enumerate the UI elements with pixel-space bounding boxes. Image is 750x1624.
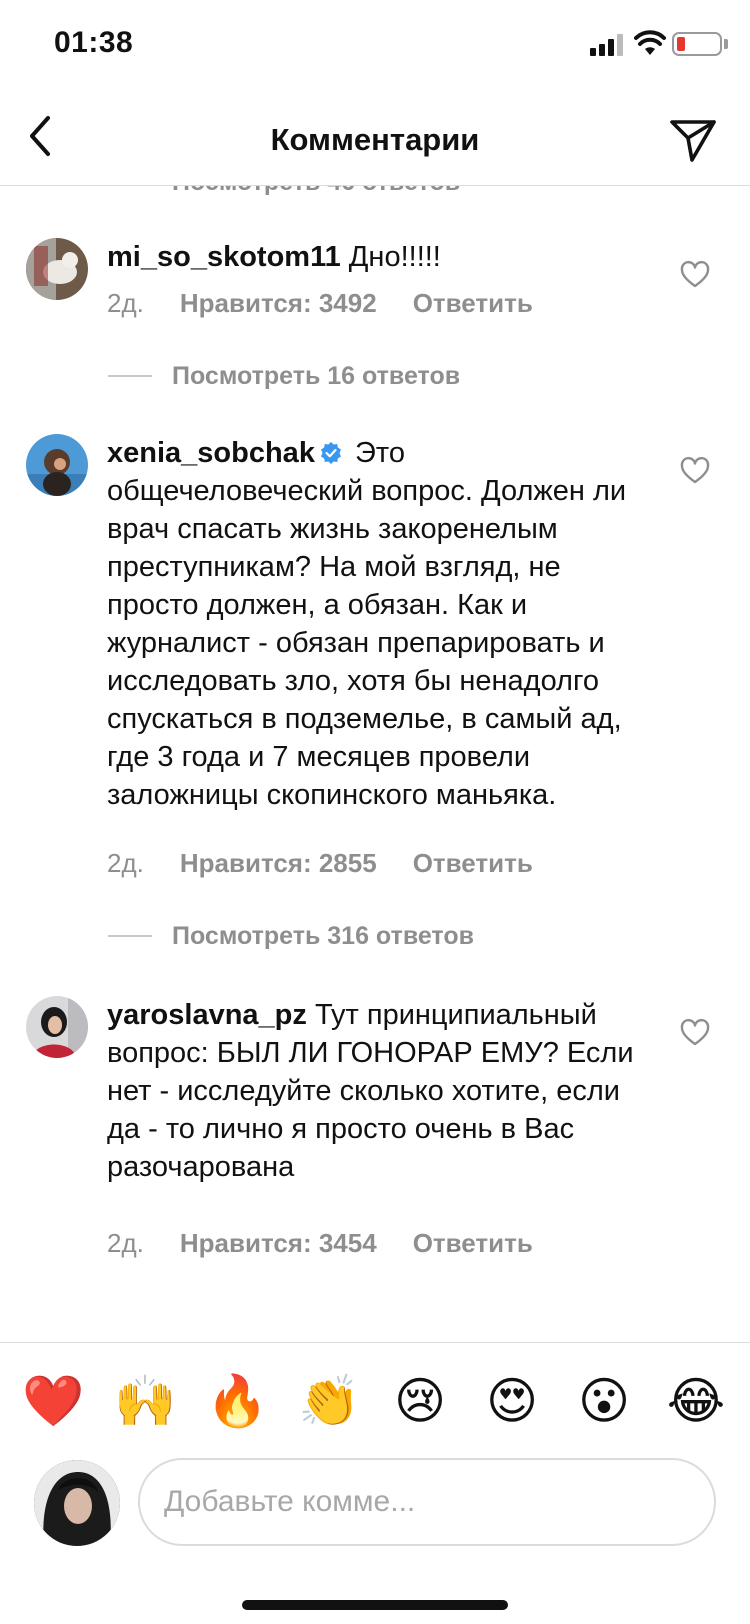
comment-composer bbox=[0, 1452, 750, 1572]
avatar[interactable] bbox=[26, 996, 88, 1058]
comment-input[interactable] bbox=[138, 1458, 716, 1546]
nav-header: Комментарии bbox=[0, 92, 750, 186]
view-replies-label: Посмотреть 46 ответов bbox=[172, 186, 460, 197]
page-title: Комментарии bbox=[270, 122, 480, 157]
emoji-clap-button[interactable]: 👏 bbox=[298, 1371, 360, 1431]
status-bar: 01:38 bbox=[0, 0, 750, 92]
view-replies-label: Посмотреть 16 ответов bbox=[172, 361, 461, 390]
verified-badge-icon bbox=[320, 442, 341, 464]
emoji-fire-button[interactable]: 🔥 bbox=[206, 1371, 268, 1431]
comment-likes[interactable]: Нравится: 3454 bbox=[180, 1228, 377, 1259]
comment-text: Это общечеловеческий вопрос. Должен ли в… bbox=[107, 437, 627, 811]
like-heart-icon[interactable] bbox=[680, 260, 710, 290]
my-avatar[interactable] bbox=[34, 1460, 120, 1546]
cellular-signal-icon bbox=[590, 34, 624, 56]
reply-button[interactable]: Ответить bbox=[413, 288, 533, 319]
comment-username[interactable]: mi_so_skotom11 bbox=[107, 241, 341, 273]
like-heart-icon[interactable] bbox=[680, 456, 710, 486]
send-direct-icon[interactable] bbox=[666, 112, 720, 166]
view-replies-button[interactable]: Посмотреть 46 ответов bbox=[108, 186, 460, 202]
emoji-surprised-button[interactable]: 😮 bbox=[574, 1371, 634, 1431]
reply-button[interactable]: Ответить bbox=[413, 1228, 533, 1259]
status-time: 01:38 bbox=[54, 26, 134, 59]
like-heart-icon[interactable] bbox=[680, 1018, 710, 1048]
emoji-raised-hands-button[interactable]: 🙌 bbox=[114, 1371, 176, 1431]
avatar[interactable] bbox=[26, 238, 88, 300]
emoji-quick-bar: ❤️ 🙌 🔥 👏 😢 😍 😮 😂 bbox=[0, 1342, 750, 1452]
battery-cap bbox=[724, 39, 728, 49]
comment-username[interactable]: yaroslavna_pz bbox=[107, 999, 307, 1031]
replies-line bbox=[108, 375, 152, 377]
comment-time: 2д. bbox=[107, 1228, 144, 1258]
comment-username[interactable]: xenia_sobchak bbox=[107, 437, 315, 469]
view-replies-button[interactable]: Посмотреть 316 ответов bbox=[108, 916, 474, 956]
comment-time: 2д. bbox=[107, 288, 144, 318]
comments-feed: Посмотреть 46 ответов mi_so_skotom11 Дно… bbox=[0, 186, 750, 1342]
battery-icon bbox=[672, 32, 722, 56]
avatar[interactable] bbox=[26, 434, 88, 496]
comment-time: 2д. bbox=[107, 848, 144, 878]
comment-text: Дно!!!!! bbox=[348, 241, 441, 273]
emoji-heart-eyes-button[interactable]: 😍 bbox=[482, 1371, 542, 1431]
home-indicator[interactable] bbox=[242, 1600, 508, 1610]
emoji-cry-button[interactable]: 😢 bbox=[390, 1371, 450, 1431]
reply-button[interactable]: Ответить bbox=[413, 848, 533, 879]
emoji-laughing-button[interactable]: 😂 bbox=[666, 1371, 726, 1431]
comment-likes[interactable]: Нравится: 3492 bbox=[180, 288, 377, 319]
emoji-heart-button[interactable]: ❤️ bbox=[22, 1371, 84, 1431]
view-replies-label: Посмотреть 316 ответов bbox=[172, 921, 474, 950]
comment-likes[interactable]: Нравится: 2855 bbox=[180, 848, 377, 879]
wifi-icon bbox=[634, 30, 666, 55]
replies-line bbox=[108, 935, 152, 937]
view-replies-button[interactable]: Посмотреть 16 ответов bbox=[108, 356, 460, 396]
